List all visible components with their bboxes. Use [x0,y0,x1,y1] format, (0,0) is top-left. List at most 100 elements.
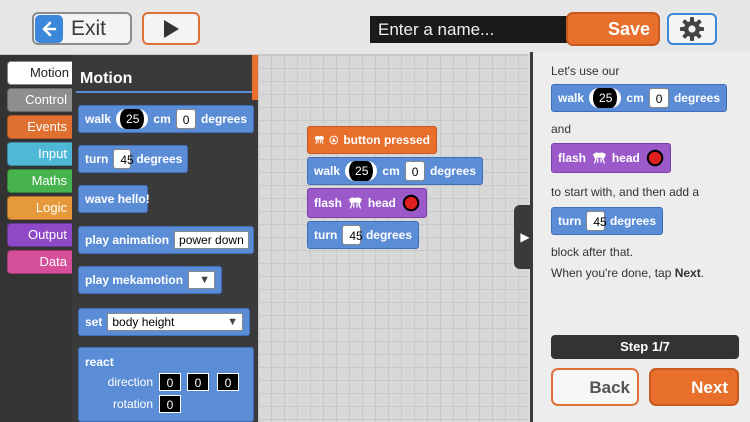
turn-angle-field[interactable]: 45 [342,225,363,245]
gear-icon [680,17,704,41]
led-icon[interactable] [402,192,420,214]
tutorial-walk-block: walk 25 cm 0 degrees [551,84,727,112]
chevron-down-icon: ▼ [199,274,210,286]
tutorial-intro: Let's use our [551,64,620,78]
back-arrow-icon [35,14,63,43]
top-bar: Exit Save [0,0,750,55]
tab-logic[interactable]: Logic [7,196,73,220]
tutorial-flash-block: flash head [551,143,671,173]
walk-angle-field: 0 [648,88,669,108]
palette-react-block[interactable]: react direction 0 0 0 rotation 0 [78,347,254,422]
next-label: Next [691,378,728,397]
button-icon [329,135,338,145]
play-mekamotion-label: play mekamotion [85,273,184,287]
flash-target: head [367,196,396,210]
walk-distance-field: 25 [589,88,622,108]
tutorial-panel: Let's use our walk 25 cm 0 degrees and f… [530,52,750,422]
save-button[interactable]: Save [566,12,660,46]
palette-wave-block[interactable]: wave hello! [78,185,150,213]
robot-icon [592,152,606,164]
react-label: react [85,355,114,369]
direction-z-field[interactable]: 0 [217,373,239,391]
palette-divider [76,91,252,93]
walk-label: walk [558,91,585,105]
led-icon [646,149,664,167]
wave-label: wave hello! [85,192,150,206]
rotation-field[interactable]: 0 [159,395,181,413]
back-label: Back [589,378,630,397]
palette-play-mekamotion-block[interactable]: play mekamotion ▼ [78,266,222,294]
tutorial-start-text: to start with, and then add a [551,185,700,199]
set-label: set [85,315,103,329]
done-suffix: . [700,266,705,280]
flash-label: flash [314,196,343,210]
exit-label: Exit [71,16,107,40]
turn-label: turn [85,152,109,166]
walk-distance-field[interactable]: 25 [116,109,149,129]
play-button[interactable] [142,12,200,45]
robot-icon [314,136,325,145]
palette-title: Motion [80,70,133,87]
back-button[interactable]: Back [551,368,639,406]
tab-motion[interactable]: Motion [7,61,75,85]
direction-label: direction [107,375,153,389]
walk-unit: cm [626,91,644,105]
turn-unit: degrees [609,214,656,228]
palette-set-block[interactable]: set body height ▼ [78,308,250,336]
mekamotion-dropdown[interactable]: ▼ [188,271,215,289]
done-emphasis: Next [674,266,701,280]
turn-angle-field[interactable]: 45 [113,149,134,169]
walk-angle-unit: degrees [200,112,247,126]
direction-x-field[interactable]: 0 [159,373,181,391]
chevron-down-icon: ▼ [227,316,238,328]
tab-control[interactable]: Control [7,88,73,112]
name-input[interactable] [370,16,570,43]
tab-output[interactable]: Output [7,223,73,247]
tab-maths[interactable]: Maths [7,169,73,193]
step-indicator: Step 1/7 [551,335,739,359]
tutorial-done-text: When you're done, tap Next. [551,266,704,280]
palette-turn-block[interactable]: turn 45 degrees [78,145,188,173]
palette-play-animation-block[interactable]: play animation power down [78,226,254,254]
walk-angle-unit: degrees [429,164,476,178]
turn-angle-field: 45 [586,211,607,231]
walk-angle-field[interactable]: 0 [175,109,196,129]
walk-label: walk [314,164,341,178]
robot-icon [348,197,362,209]
turn-label: turn [558,214,582,228]
tab-input[interactable]: Input [7,142,73,166]
walk-distance-field[interactable]: 25 [345,161,378,181]
walk-unit: cm [382,164,400,178]
set-dropdown-value: body height [112,315,175,329]
workspace-walk-block[interactable]: walk 25 cm 0 degrees [307,157,483,185]
tab-events[interactable]: Events [7,115,73,139]
save-label: Save [607,18,650,39]
tutorial-and: and [551,122,572,136]
walk-label: walk [85,112,112,126]
flash-label: flash [558,151,587,165]
animation-dropdown[interactable]: power down [174,231,249,249]
flash-target: head [611,151,640,165]
animation-dropdown-value: power down [179,233,244,247]
settings-button[interactable] [667,13,717,45]
tutorial-after-text: block after that. [551,245,634,259]
turn-unit: degrees [136,152,183,166]
turn-unit: degrees [365,228,412,242]
play-animation-label: play animation [85,233,170,247]
palette-walk-block[interactable]: walk 25 cm 0 degrees [78,105,254,133]
set-dropdown[interactable]: body height ▼ [107,313,243,331]
tab-data[interactable]: Data [7,250,73,274]
walk-unit: cm [153,112,171,126]
direction-y-field[interactable]: 0 [187,373,209,391]
walk-angle-field[interactable]: 0 [404,161,425,181]
walk-angle-unit: degrees [673,91,720,105]
workspace-flash-block[interactable]: flash head [307,188,427,218]
event-label: button pressed [343,133,430,147]
exit-button[interactable]: Exit [32,12,132,45]
next-button[interactable]: Next [649,368,739,406]
event-button-pressed-block[interactable]: button pressed [307,126,437,154]
rotation-label: rotation [112,397,153,411]
expand-icon: ▶ [520,230,530,244]
workspace-turn-block[interactable]: turn 45 degrees [307,221,419,249]
done-prefix: When you're done, tap [551,266,675,280]
